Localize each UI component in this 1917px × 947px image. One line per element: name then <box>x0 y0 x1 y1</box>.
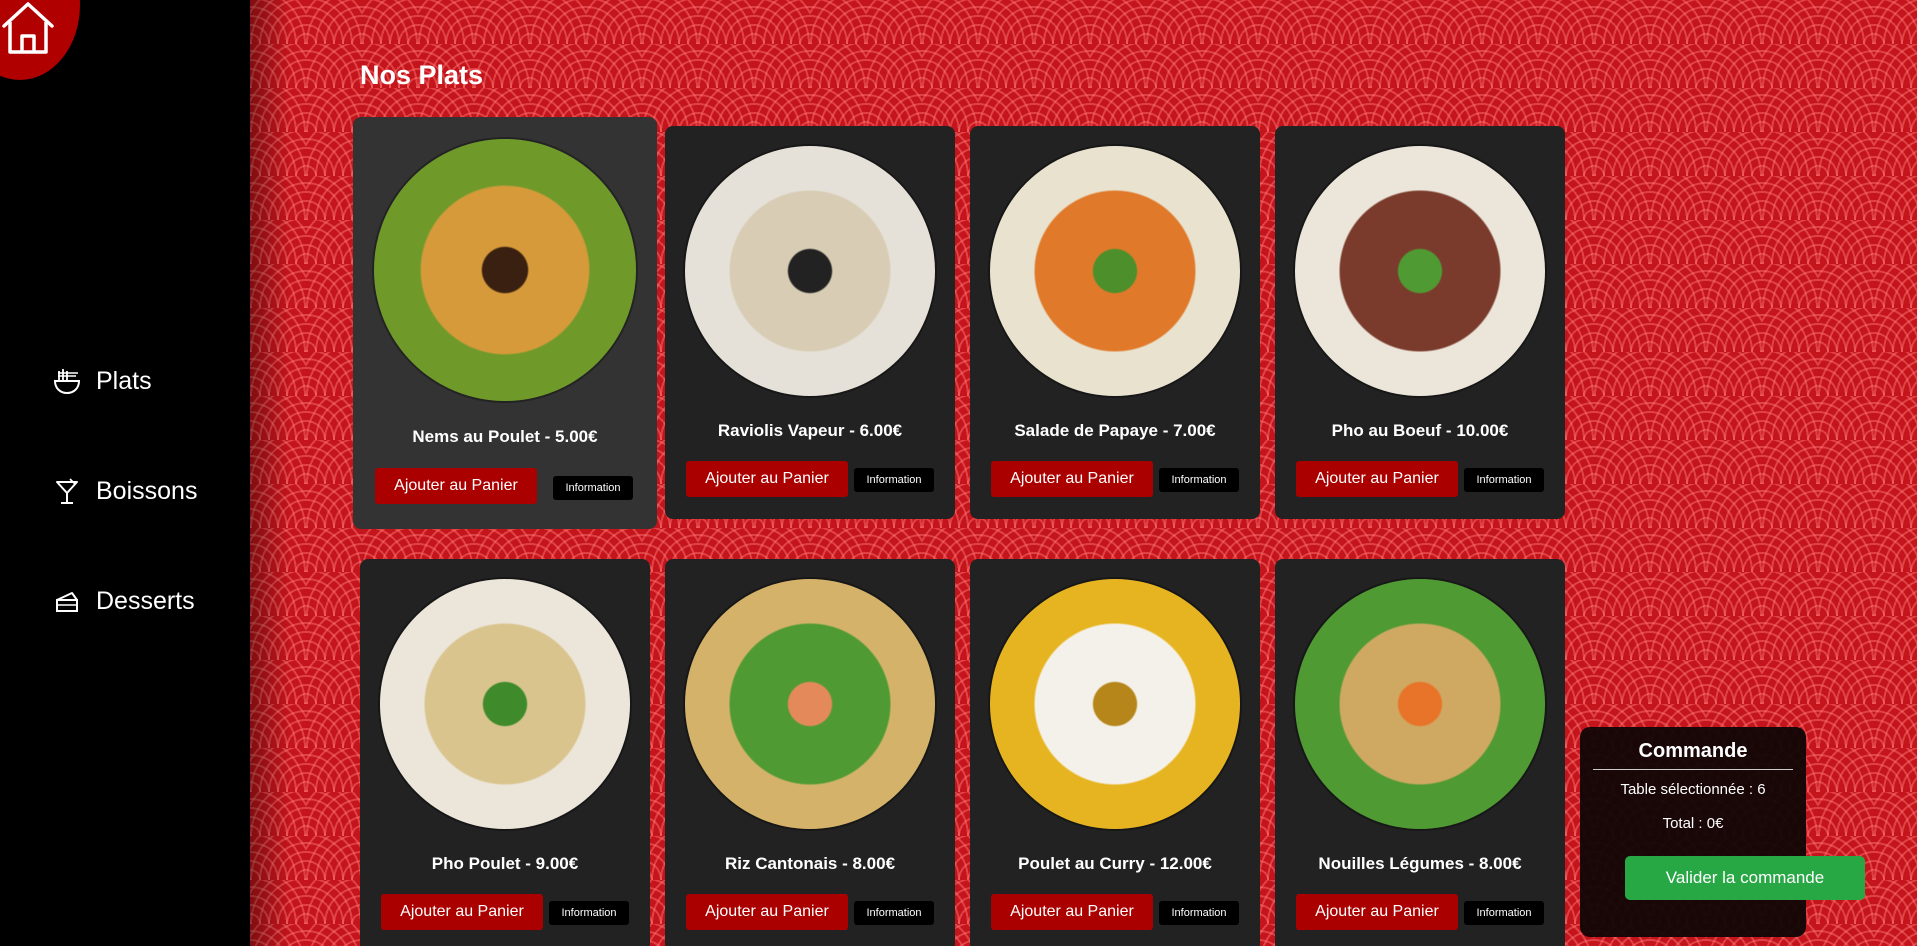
sidebar-item-label: Plats <box>96 366 152 395</box>
dish-image <box>990 146 1240 396</box>
dish-image <box>685 146 935 396</box>
dish-name: Nems au Poulet - 5.00€ <box>412 427 598 446</box>
dish-name: Salade de Papaye - 7.00€ <box>1014 421 1216 440</box>
dish-name: Poulet au Curry - 12.00€ <box>1018 854 1212 873</box>
validate-order-button[interactable]: Valider la commande <box>1625 856 1865 900</box>
dish-image <box>374 139 636 401</box>
dish-image <box>380 579 630 829</box>
dish-name: Riz Cantonais - 8.00€ <box>724 854 896 873</box>
info-button[interactable]: Information <box>854 901 934 925</box>
order-title: Commande <box>1638 740 1748 762</box>
add-to-cart-button[interactable]: Ajouter au Panier <box>1296 894 1458 930</box>
dish-card: Riz Cantonais - 8.00€ Ajouter au Panier … <box>665 559 955 946</box>
order-panel: Commande Table sélectionnée : 6 Total : … <box>1580 727 1865 937</box>
order-total: Total : 0€ <box>1662 815 1724 832</box>
selected-table: Table sélectionnée : 6 <box>1620 781 1766 798</box>
dish-image <box>990 579 1240 829</box>
dish-name: Pho au Boeuf - 10.00€ <box>1331 421 1509 440</box>
info-button[interactable]: Information <box>1159 901 1239 925</box>
dish-image <box>1295 579 1545 829</box>
add-to-cart-button[interactable]: Ajouter au Panier <box>991 461 1153 497</box>
dish-card: Nouilles Légumes - 8.00€ Ajouter au Pani… <box>1275 559 1565 946</box>
add-to-cart-button[interactable]: Ajouter au Panier <box>1296 461 1458 497</box>
sidebar-item-boissons[interactable]: Boissons <box>52 476 197 506</box>
dish-name: Nouilles Légumes - 8.00€ <box>1318 854 1522 873</box>
order-divider <box>1593 769 1793 770</box>
sidebar-item-label: Boissons <box>96 476 198 505</box>
sidebar-item-plats[interactable]: Plats <box>52 366 152 396</box>
dish-card: Pho Poulet - 9.00€ Ajouter au Panier Inf… <box>360 559 650 946</box>
home-icon[interactable] <box>0 0 56 56</box>
dish-name: Pho Poulet - 9.00€ <box>431 854 579 873</box>
dish-image <box>685 579 935 829</box>
main-content: Nos Plats Nems au Poulet - 5.00€ Ajouter… <box>250 0 1917 946</box>
info-button[interactable]: Information <box>1464 901 1544 925</box>
sidebar-item-desserts[interactable]: Desserts <box>52 586 195 616</box>
add-to-cart-button[interactable]: Ajouter au Panier <box>991 894 1153 930</box>
sidebar-item-label: Desserts <box>96 586 195 615</box>
cocktail-icon <box>56 478 78 504</box>
noodle-bowl-icon <box>53 369 81 395</box>
info-button[interactable]: Information <box>549 901 629 925</box>
dish-name: Raviolis Vapeur - 6.00€ <box>717 421 903 440</box>
cake-icon <box>56 592 78 612</box>
dish-card: Pho au Boeuf - 10.00€ Ajouter au Panier … <box>1275 126 1565 519</box>
app: Plats Boissons Desserts Nos Plats Nems a… <box>0 0 1917 946</box>
sidebar: Plats Boissons Desserts <box>0 0 250 946</box>
info-button[interactable]: Information <box>1464 468 1544 492</box>
dish-card: Poulet au Curry - 12.00€ Ajouter au Pani… <box>970 559 1260 946</box>
add-to-cart-button[interactable]: Ajouter au Panier <box>381 894 543 930</box>
dish-image <box>1295 146 1545 396</box>
dish-card: Raviolis Vapeur - 6.00€ Ajouter au Panie… <box>665 126 955 519</box>
info-button[interactable]: Information <box>854 468 934 492</box>
info-button[interactable]: Information <box>553 476 633 500</box>
add-to-cart-button[interactable]: Ajouter au Panier <box>686 461 848 497</box>
dish-card: Salade de Papaye - 7.00€ Ajouter au Pani… <box>970 126 1260 519</box>
info-button[interactable]: Information <box>1159 468 1239 492</box>
add-to-cart-button[interactable]: Ajouter au Panier <box>375 468 537 504</box>
add-to-cart-button[interactable]: Ajouter au Panier <box>686 894 848 930</box>
dish-card: Nems au Poulet - 5.00€ Ajouter au Panier… <box>353 117 657 529</box>
page-title: Nos Plats <box>360 60 484 90</box>
